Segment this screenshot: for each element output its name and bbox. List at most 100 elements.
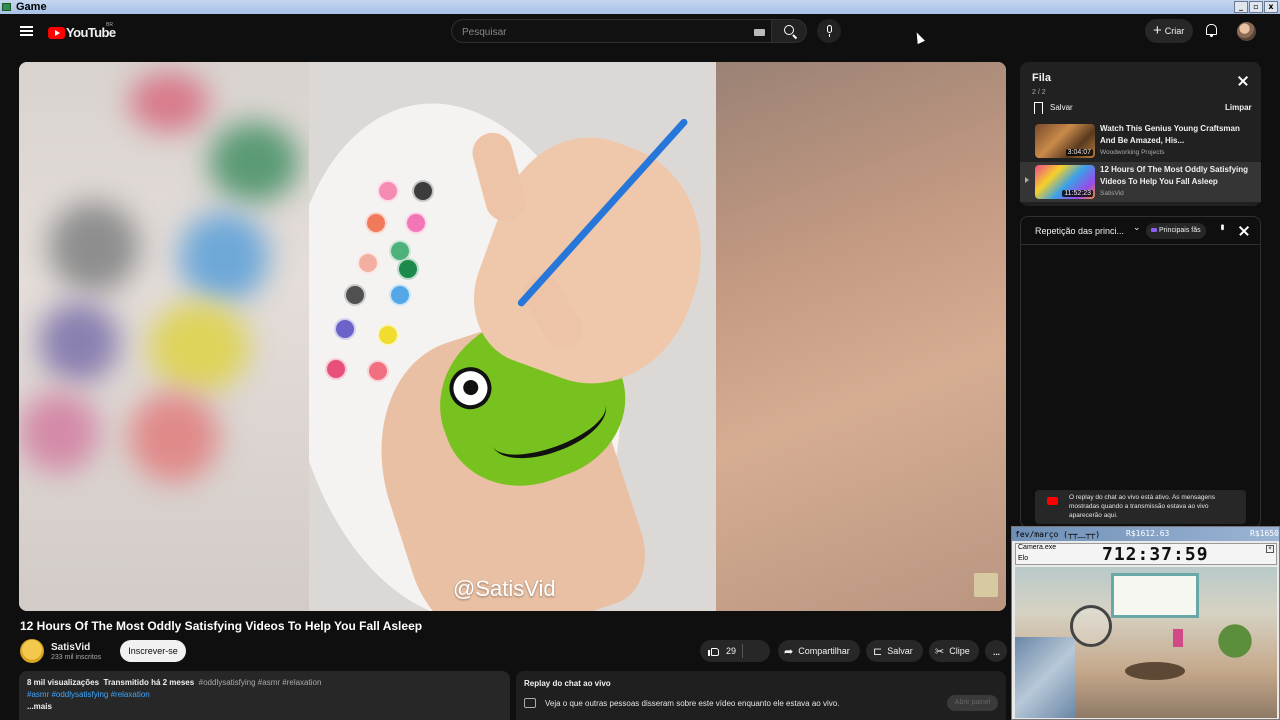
video-title: 12 Hours Of The Most Oddly Satisfying Vi… xyxy=(20,619,423,633)
top-fans-label: Principais fãs xyxy=(1159,227,1201,234)
chat-replay-box: Replay do chat ao vivo Veja o que outras… xyxy=(516,671,1006,720)
blurred-side-left xyxy=(19,62,309,611)
thumbs-up-icon xyxy=(711,648,719,656)
camera-window-sub: Elo xyxy=(1018,555,1029,562)
subscribe-button[interactable]: Inscrever-se xyxy=(120,640,186,662)
os-title-bar: Game _ ▫ x xyxy=(0,0,1280,14)
masthead: YouTube BR + Criar xyxy=(0,14,1280,50)
description-tags: #oddlysatisfying #asmr #relaxation xyxy=(198,678,322,687)
share-label: Compartilhar xyxy=(798,646,850,656)
clip-label: Clipe xyxy=(949,646,970,656)
save-label: Salvar xyxy=(887,646,913,656)
more-vert-icon[interactable]: ••• xyxy=(1216,224,1227,229)
camera-window-title: Camera.exe xyxy=(1018,544,1057,551)
search-button[interactable] xyxy=(771,19,807,43)
avatar[interactable] xyxy=(1237,22,1256,41)
stream-date: Transmitido há 2 meses xyxy=(103,678,195,687)
close-window-button[interactable]: x xyxy=(1264,1,1278,13)
queue-item[interactable]: 3:04:07 Watch This Genius Young Craftsma… xyxy=(1020,121,1261,161)
description-box[interactable]: 8 mil visualizações Transmitido há 2 mes… xyxy=(19,671,510,720)
voice-search-button[interactable] xyxy=(817,19,841,43)
youtube-play-icon xyxy=(48,26,65,39)
queue-item-thumbnail: 11:52:23 xyxy=(1035,165,1095,199)
video-frame: @SatisVid xyxy=(309,62,717,611)
clip-button[interactable]: ✂ Clipe xyxy=(929,640,979,662)
chat-replay-title: Replay do chat ao vivo xyxy=(524,679,611,688)
bell-icon[interactable] xyxy=(1206,24,1217,37)
chevron-down-icon[interactable]: ⌄ xyxy=(1133,223,1141,233)
chat-header: Repetição das princi... ⌄ Principais fãs… xyxy=(1021,217,1260,245)
like-dislike-group: 29 xyxy=(700,640,808,662)
plus-icon: + xyxy=(1153,22,1162,39)
overlay-goal-bar: fev/março (┬┬﹏┬┬) R$1612.63 R$1650 xyxy=(1012,527,1279,541)
camera-window-titlebar: Camera.exe Elo 712:37:59 × xyxy=(1015,543,1277,565)
minimize-button[interactable]: _ xyxy=(1234,1,1248,13)
queue-item-title: 12 Hours Of The Most Oddly Satisfying Vi… xyxy=(1100,165,1249,186)
mic-icon xyxy=(826,25,832,33)
duration-badge: 11:52:23 xyxy=(1062,190,1093,197)
queue-panel: Fila 2 / 2 Salvar Limpar 3:04:07 Watch T… xyxy=(1020,62,1261,206)
search-input[interactable] xyxy=(460,24,740,40)
stream-timer: 712:37:59 xyxy=(1102,544,1209,565)
share-icon: ➦ xyxy=(784,644,794,658)
fan-badge-icon xyxy=(1151,228,1157,232)
hashtag-links[interactable]: #asmr #oddlysatisfying #relaxation xyxy=(27,689,502,701)
chat-notice-text: O replay do chat ao vivo está ativo. As … xyxy=(1069,494,1215,519)
restore-button[interactable]: ▫ xyxy=(1249,1,1263,13)
close-icon[interactable]: × xyxy=(1266,545,1274,553)
duration-badge: 3:04:07 xyxy=(1065,149,1093,156)
share-button[interactable]: ➦ Compartilhar xyxy=(778,640,860,662)
overlay-goal-target: R$1650 xyxy=(1250,529,1279,538)
channel-watermark-badge[interactable] xyxy=(974,573,998,597)
queue-item-channel: Woodworking Projects xyxy=(1100,149,1165,156)
close-icon[interactable] xyxy=(1237,75,1249,87)
more-icon: ... xyxy=(992,644,1000,658)
top-fans-chip[interactable]: Principais fãs xyxy=(1146,223,1206,239)
youtube-icon xyxy=(1047,497,1058,505)
channel-name[interactable]: SatisVid xyxy=(51,642,90,653)
video-watermark: @SatisVid xyxy=(453,576,556,601)
create-button[interactable]: + Criar xyxy=(1145,19,1193,43)
menu-icon[interactable] xyxy=(20,26,33,36)
like-count: 29 xyxy=(726,646,737,656)
scissors-icon: ✂ xyxy=(935,644,945,658)
bookmark-icon[interactable] xyxy=(1034,102,1043,114)
close-icon[interactable] xyxy=(1238,225,1250,237)
queue-item-channel: SatisVid xyxy=(1100,190,1124,197)
search-box xyxy=(451,19,771,43)
create-label: Criar xyxy=(1164,26,1185,36)
queue-item-current[interactable]: 11:52:23 12 Hours Of The Most Oddly Sati… xyxy=(1020,162,1261,202)
like-button[interactable] xyxy=(708,645,720,657)
queue-clear-button[interactable]: Limpar xyxy=(1225,103,1252,112)
channel-avatar[interactable] xyxy=(20,639,44,663)
now-playing-icon xyxy=(1025,177,1029,183)
fan-icon xyxy=(1070,605,1112,647)
more-actions-button[interactable]: ... xyxy=(985,640,1007,662)
bookmark-icon: ⊏ xyxy=(873,644,883,658)
view-count: 8 mil visualizações xyxy=(27,678,100,687)
chat-replay-notice: O replay do chat ao vivo está ativo. As … xyxy=(1035,490,1246,524)
app-icon xyxy=(2,3,11,11)
open-panel-button[interactable]: Abrir painel xyxy=(947,695,998,711)
stream-overlay: fev/março (┬┬﹏┬┬) R$1612.63 R$1650 Camer… xyxy=(1011,526,1280,720)
queue-save-button[interactable]: Salvar xyxy=(1050,103,1073,112)
video-player[interactable]: @SatisVid xyxy=(19,62,1006,611)
save-button[interactable]: ⊏ Salvar xyxy=(866,640,923,662)
keyboard-icon[interactable] xyxy=(754,29,765,36)
chat-mode-selector[interactable]: Repetição das princi... xyxy=(1035,226,1124,236)
queue-item-thumbnail: 3:04:07 xyxy=(1035,124,1095,158)
show-more-link[interactable]: ...mais xyxy=(27,701,502,713)
webcam-feed xyxy=(1015,567,1277,718)
queue-title: Fila xyxy=(1032,72,1051,84)
chat-icon xyxy=(524,698,536,708)
queue-count: 2 / 2 xyxy=(1032,89,1046,96)
app-title: Game xyxy=(16,1,47,13)
blurred-side-right xyxy=(716,62,1006,611)
subscriber-count: 233 mil inscritos xyxy=(51,654,102,661)
overlay-goal-current: R$1612.63 xyxy=(1126,529,1170,538)
country-code: BR xyxy=(106,22,113,28)
overlay-goal-label: fev/março (┬┬﹏┬┬) xyxy=(1015,530,1101,539)
live-chat-panel: Repetição das princi... ⌄ Principais fãs… xyxy=(1020,216,1261,528)
chat-replay-text: Veja o que outras pessoas disseram sobre… xyxy=(545,699,840,708)
queue-item-title: Watch This Genius Young Craftsman And Be… xyxy=(1100,124,1240,145)
